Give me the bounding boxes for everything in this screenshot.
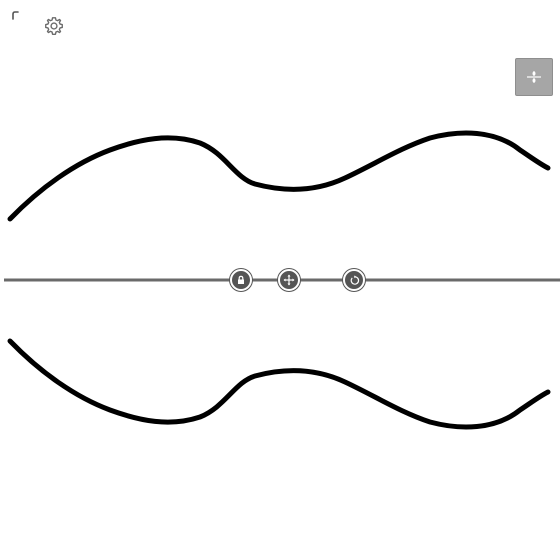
brush-corner-icon[interactable]	[10, 10, 20, 20]
lock-axis-button[interactable]	[230, 269, 252, 291]
lock-icon	[238, 275, 244, 284]
gear-icon	[45, 17, 63, 35]
move-arrows-icon	[283, 274, 295, 286]
symmetry-toggle-button[interactable]	[515, 58, 553, 96]
settings-button[interactable]	[43, 15, 65, 37]
move-axis-button[interactable]	[278, 269, 300, 291]
brush-stroke-bottom	[7, 338, 551, 430]
brush-stroke-top	[7, 130, 551, 222]
rotate-icon	[350, 274, 359, 285]
rotate-axis-button[interactable]	[343, 269, 365, 291]
symmetry-icon	[527, 71, 541, 83]
